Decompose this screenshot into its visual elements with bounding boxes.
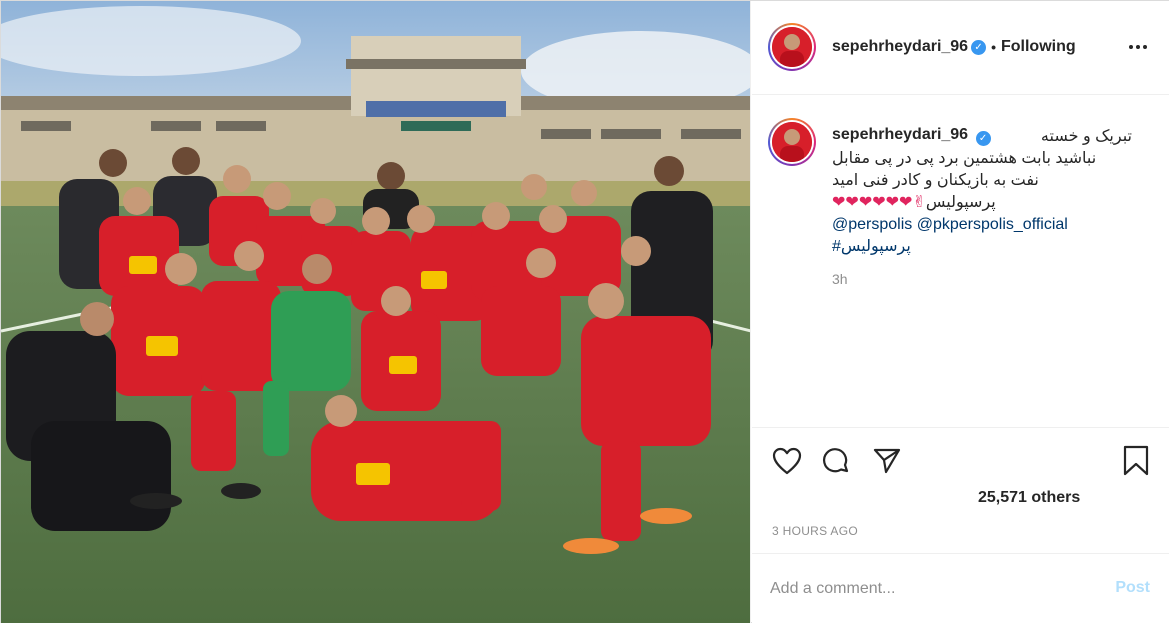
instagram-post: sepehrheydari_96 ✓ • Following sepehrhey… xyxy=(0,0,1169,623)
caption-line-3: نفت به بازیکنان و کادر فنی امید xyxy=(832,172,1039,189)
avatar[interactable] xyxy=(768,23,816,71)
heart-icon[interactable] xyxy=(770,444,804,478)
comment-form: Post xyxy=(752,553,1169,623)
caption-avatar-image xyxy=(772,122,812,162)
more-options-icon[interactable] xyxy=(1126,35,1150,59)
action-bar xyxy=(752,427,1169,487)
following-button[interactable]: Following xyxy=(1001,38,1076,56)
comment-input[interactable] xyxy=(770,574,1090,604)
caption-line-2: نباشید بابت هشتمین برد پی در پی مقابل xyxy=(832,150,1097,167)
share-icon[interactable] xyxy=(870,444,904,478)
post-sidebar: sepehrheydari_96 ✓ • Following sepehrhey… xyxy=(752,1,1169,623)
likes-count[interactable]: 25,571 others xyxy=(978,489,1080,507)
caption-line-4: ❤❤❤❤❤❤✌پرسپولیس xyxy=(832,192,1132,214)
caption-section: sepehrheydari_96 ✓ تبریک و خسته نباشید ب… xyxy=(752,96,1169,426)
header-username-link[interactable]: sepehrheydari_96 xyxy=(832,38,968,56)
caption-mentions-link[interactable]: @perspolis @pkperspolis_official xyxy=(832,214,1132,236)
hearts-emoji: ❤❤❤❤❤❤✌ xyxy=(832,194,926,211)
team-photo-illustration xyxy=(1,1,750,623)
post-timestamp[interactable]: 3 HOURS AGO xyxy=(772,524,858,538)
avatar-image xyxy=(772,27,812,67)
caption-line-4-text: پرسپولیس xyxy=(925,194,996,211)
caption-avatar[interactable] xyxy=(768,118,816,166)
bookmark-icon[interactable] xyxy=(1119,444,1153,478)
post-photo[interactable] xyxy=(1,1,751,623)
caption-line-1: تبریک و خسته xyxy=(1040,128,1132,145)
caption-text: تبریک و خسته نباشید بابت هشتمین برد پی د… xyxy=(832,126,1132,258)
caption-hashtag-link[interactable]: #پرسپولیس xyxy=(832,236,1132,258)
comment-icon[interactable] xyxy=(819,444,853,478)
post-comment-button[interactable]: Post xyxy=(1115,579,1150,597)
verified-icon: ✓ xyxy=(971,39,987,55)
header-separator: • xyxy=(991,39,996,55)
post-header: sepehrheydari_96 ✓ • Following xyxy=(752,1,1169,95)
header-user-info: sepehrheydari_96 ✓ • Following xyxy=(832,38,1076,56)
caption-time: 3h xyxy=(832,271,848,287)
